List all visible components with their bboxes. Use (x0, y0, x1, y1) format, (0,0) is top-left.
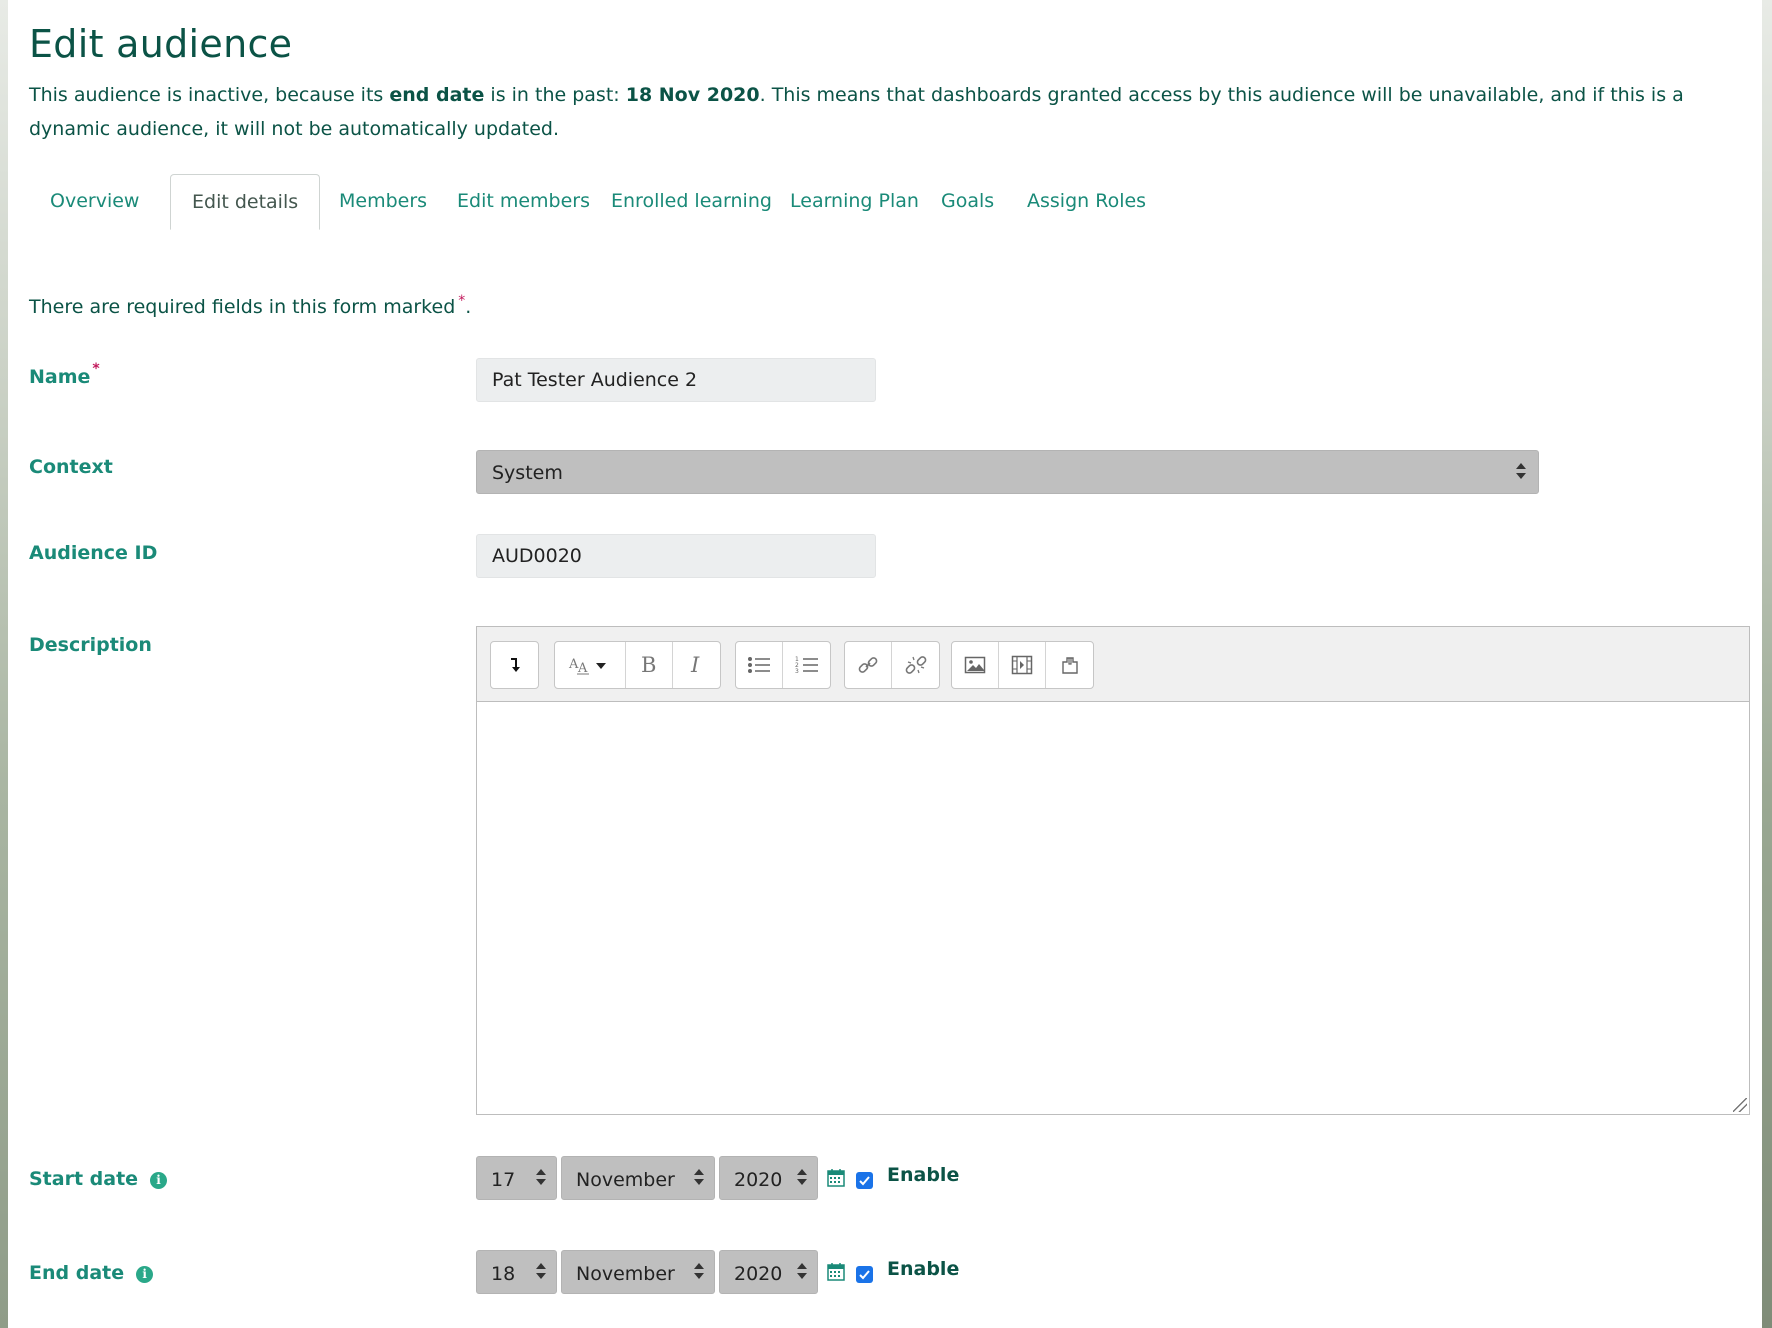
required-star: * (458, 293, 466, 309)
tab-members[interactable]: Members (318, 174, 448, 230)
end-day-select[interactable]: 18 (476, 1250, 557, 1294)
end-date-enable-label[interactable]: Enable (887, 1258, 959, 1280)
tab-edit-members[interactable]: Edit members (436, 174, 611, 230)
inactive-notice: This audience is inactive, because its e… (29, 78, 1689, 146)
unordered-list-icon[interactable] (736, 642, 783, 688)
end-date-label-text: End date (29, 1262, 125, 1284)
required-star: * (92, 361, 100, 377)
bold-icon[interactable]: B (626, 642, 673, 688)
context-label: Context (29, 456, 113, 478)
info-icon[interactable]: i (150, 1172, 168, 1189)
end-day-value: 18 (491, 1263, 516, 1285)
tab-goals[interactable]: Goals (920, 174, 1015, 230)
tab-bar: Overview Edit details Members Edit membe… (29, 174, 1762, 230)
select-arrows-icon (694, 1169, 704, 1187)
end-month-value: November (576, 1263, 675, 1285)
required-note-end: . (465, 296, 472, 318)
start-day-select[interactable]: 17 (476, 1156, 557, 1200)
tab-assign-roles[interactable]: Assign Roles (1006, 174, 1167, 230)
toolbar-group-links (844, 641, 940, 689)
ordered-list-icon[interactable]: 123 (783, 642, 830, 688)
required-fields-note: There are required fields in this form m… (29, 293, 472, 318)
resize-handle-icon[interactable] (1733, 1098, 1747, 1112)
start-month-select[interactable]: November (561, 1156, 715, 1200)
notice-text: is in the past: (484, 84, 626, 106)
toolbar-group-style: AA B I (554, 641, 721, 689)
select-arrows-icon (797, 1169, 807, 1187)
tab-edit-details[interactable]: Edit details (170, 174, 321, 230)
end-month-select[interactable]: November (561, 1250, 715, 1294)
select-arrows-icon (694, 1263, 704, 1281)
svg-text:3: 3 (795, 668, 799, 675)
start-date-enable-label[interactable]: Enable (887, 1164, 959, 1186)
tab-learning-plan[interactable]: Learning Plan (769, 174, 940, 230)
end-year-select[interactable]: 2020 (719, 1250, 818, 1294)
select-arrows-icon (797, 1263, 807, 1281)
end-date-row: 18 November 2020 Enable (476, 1250, 976, 1294)
start-date-row: 17 November 2020 Enable (476, 1156, 976, 1200)
toolbar-group-expand (490, 641, 539, 689)
page-title: Edit audience (29, 22, 293, 66)
start-month-value: November (576, 1169, 675, 1191)
tab-overview[interactable]: Overview (29, 174, 160, 230)
notice-text: This audience is inactive, because its (29, 84, 390, 106)
required-note-text: There are required fields in this form m… (29, 296, 456, 318)
start-day-value: 17 (491, 1169, 516, 1191)
manage-files-icon[interactable] (1046, 642, 1093, 688)
info-icon[interactable]: i (136, 1266, 154, 1283)
end-year-value: 2020 (734, 1263, 783, 1285)
notice-bold-end-date: end date (389, 84, 485, 106)
name-input[interactable]: Pat Tester Audience 2 (476, 358, 876, 402)
start-date-label: Start date i (29, 1168, 168, 1190)
audience-id-input[interactable]: AUD0020 (476, 534, 876, 578)
start-year-value: 2020 (734, 1169, 783, 1191)
italic-icon[interactable]: I (673, 642, 720, 688)
context-select-value: System (492, 462, 563, 484)
expand-toolbar-icon[interactable] (491, 642, 538, 688)
select-arrows-icon (536, 1169, 546, 1187)
start-year-select[interactable]: 2020 (719, 1156, 818, 1200)
editor-toolbar: AA B I 123 (477, 627, 1749, 702)
calendar-icon[interactable] (827, 1168, 845, 1191)
description-editor: AA B I 123 (476, 626, 1750, 1115)
font-style-icon[interactable]: AA (555, 642, 626, 688)
media-icon[interactable] (999, 642, 1046, 688)
select-arrows-icon (536, 1263, 546, 1281)
page-container: Edit audience This audience is inactive,… (8, 0, 1762, 1328)
end-date-label: End date i (29, 1262, 154, 1284)
unlink-icon[interactable] (892, 642, 939, 688)
svg-text:B: B (641, 654, 656, 676)
svg-text:I: I (690, 654, 700, 676)
tab-enrolled-learning[interactable]: Enrolled learning (590, 174, 793, 230)
audience-id-label: Audience ID (29, 542, 158, 564)
start-date-label-text: Start date (29, 1168, 139, 1190)
start-date-enable-checkbox[interactable] (856, 1172, 873, 1189)
toolbar-group-lists: 123 (735, 641, 831, 689)
end-date-enable-checkbox[interactable] (856, 1266, 873, 1283)
image-icon[interactable] (952, 642, 999, 688)
toolbar-group-media (951, 641, 1094, 689)
select-arrows-icon (1516, 463, 1526, 481)
link-icon[interactable] (845, 642, 892, 688)
context-select[interactable]: System (476, 450, 1539, 494)
calendar-icon[interactable] (827, 1262, 845, 1285)
description-textarea[interactable] (477, 703, 1749, 1114)
name-label-text: Name (29, 366, 91, 388)
description-label: Description (29, 634, 152, 656)
name-label: Name * (29, 361, 100, 388)
notice-bold-date: 18 Nov 2020 (625, 84, 760, 106)
